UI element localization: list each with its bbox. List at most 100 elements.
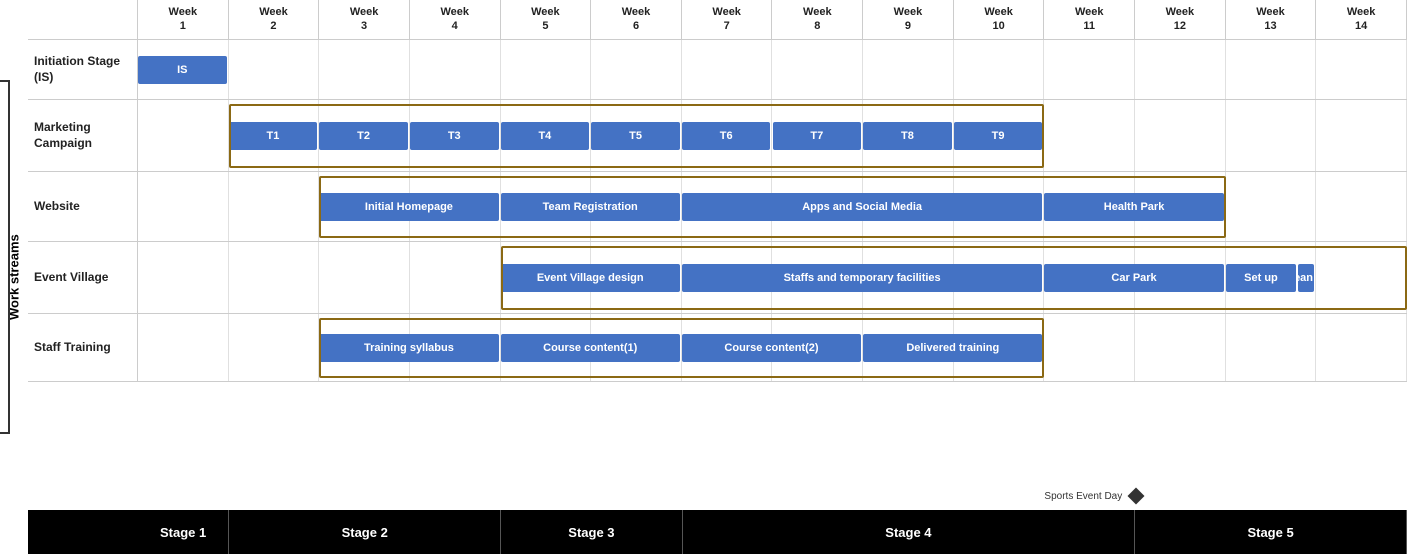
cell-initiation-w10 [954, 40, 1045, 99]
bar-staffs-facilities: Staffs and temporary facilities [682, 264, 1043, 292]
row-cells-marketing: T1T2T3T4T5T6T7T8T9 [138, 100, 1407, 171]
row-label-training: Staff Training [28, 314, 138, 381]
cell-initiation-w8 [772, 40, 863, 99]
cell-training-w2 [229, 314, 320, 381]
cell-website-w2 [229, 172, 320, 241]
stage-stage3: Stage 3 [501, 510, 683, 554]
cell-village-w2 [229, 242, 320, 313]
stage-footer: Stage 1Stage 2Stage 3Stage 4Stage 5 [28, 510, 1407, 554]
cell-initiation-w7 [682, 40, 773, 99]
bar-T2: T2 [319, 122, 408, 150]
week-header-8: Week8 [772, 0, 863, 39]
stage-label-col [28, 510, 138, 554]
bar-T9: T9 [954, 122, 1043, 150]
cell-training-w14 [1316, 314, 1407, 381]
sports-event-text: Sports Event Day [1044, 491, 1122, 502]
cell-training-w11 [1044, 314, 1135, 381]
cell-initiation-w14 [1316, 40, 1407, 99]
bar-T5: T5 [591, 122, 680, 150]
row-label-website: Website [28, 172, 138, 241]
cell-initiation-w12 [1135, 40, 1226, 99]
week-header-3: Week3 [319, 0, 410, 39]
week-header-6: Week6 [591, 0, 682, 39]
y-axis-label: Work streams [0, 0, 28, 554]
sports-cells: Sports Event Day [138, 488, 1407, 510]
cell-initiation-w11 [1044, 40, 1135, 99]
stages-row: Stage 1Stage 2Stage 3Stage 4Stage 5 [138, 510, 1407, 554]
gantt-main: Week1Week2Week3Week4Week5Week6Week7Week8… [28, 0, 1407, 554]
cell-training-w1 [138, 314, 229, 381]
cell-village-w1 [138, 242, 229, 313]
sports-label-col [28, 488, 138, 510]
bar-T1: T1 [229, 122, 318, 150]
row-label-marketing: Marketing Campaign [28, 100, 138, 171]
bar-T4: T4 [501, 122, 590, 150]
gantt-row-marketing: Marketing CampaignT1T2T3T4T5T6T7T8T9 [28, 100, 1407, 172]
gantt-row-website: WebsiteInitial HomepageTeam Registration… [28, 172, 1407, 242]
cell-initiation-w4 [410, 40, 501, 99]
cell-website-w14 [1316, 172, 1407, 241]
bar-T7: T7 [773, 122, 862, 150]
week-header-11: Week11 [1044, 0, 1135, 39]
gantt-rows: Initiation Stage (IS)ISMarketing Campaig… [28, 40, 1407, 488]
header-row: Week1Week2Week3Week4Week5Week6Week7Week8… [28, 0, 1407, 40]
week-header-7: Week7 [682, 0, 773, 39]
sports-event-label: Sports Event Day [1044, 490, 1142, 502]
bar-health-park: Health Park [1044, 193, 1223, 221]
bar-team-registration: Team Registration [501, 193, 680, 221]
bar-course-content-1: Course content(1) [501, 334, 680, 362]
row-label-initiation: Initiation Stage (IS) [28, 40, 138, 99]
bar-T6: T6 [682, 122, 771, 150]
cell-marketing-w12 [1135, 100, 1226, 171]
cell-marketing-w14 [1316, 100, 1407, 171]
week-header-9: Week9 [863, 0, 954, 39]
bar-apps-social-media: Apps and Social Media [682, 193, 1043, 221]
gantt-row-initiation: Initiation Stage (IS)IS [28, 40, 1407, 100]
week-headers: Week1Week2Week3Week4Week5Week6Week7Week8… [138, 0, 1407, 39]
row-cells-training: Training syllabusCourse content(1)Course… [138, 314, 1407, 381]
bar-initial-homepage: Initial Homepage [319, 193, 498, 221]
cell-marketing-w11 [1044, 100, 1135, 171]
stage-stage2: Stage 2 [229, 510, 501, 554]
week-header-2: Week2 [229, 0, 320, 39]
brace-icon [0, 80, 10, 434]
cell-initiation-w9 [863, 40, 954, 99]
bar-T3: T3 [410, 122, 499, 150]
week-header-4: Week4 [410, 0, 501, 39]
cell-marketing-w1 [138, 100, 229, 171]
bar-set-up: Set up [1226, 264, 1297, 292]
header-label-col [28, 0, 138, 39]
cell-marketing-w13 [1226, 100, 1317, 171]
bar-IS: IS [138, 56, 227, 84]
bar-training-syllabus: Training syllabus [319, 334, 498, 362]
cell-training-w13 [1226, 314, 1317, 381]
row-cells-website: Initial HomepageTeam RegistrationApps an… [138, 172, 1407, 241]
cell-village-w14 [1316, 242, 1407, 313]
cell-website-w1 [138, 172, 229, 241]
cell-initiation-w6 [591, 40, 682, 99]
stage-stage5: Stage 5 [1135, 510, 1407, 554]
gantt-row-training: Staff TrainingTraining syllabusCourse co… [28, 314, 1407, 382]
stage-stage1: Stage 1 [138, 510, 229, 554]
row-label-village: Event Village [28, 242, 138, 313]
bar-T8: T8 [863, 122, 952, 150]
cell-training-w12 [1135, 314, 1226, 381]
sports-event-diamond-icon [1128, 488, 1145, 505]
cell-initiation-w13 [1226, 40, 1317, 99]
week-header-14: Week14 [1316, 0, 1407, 39]
bar-car-park: Car Park [1044, 264, 1223, 292]
stage-stage4: Stage 4 [683, 510, 1135, 554]
cell-village-w3 [319, 242, 410, 313]
sports-event-row: Sports Event Day [28, 488, 1407, 510]
week-header-5: Week5 [501, 0, 592, 39]
week-header-1: Week1 [138, 0, 229, 39]
cell-initiation-w3 [319, 40, 410, 99]
bar-event-village-design: Event Village design [501, 264, 680, 292]
week-header-13: Week13 [1226, 0, 1317, 39]
cell-initiation-w5 [501, 40, 592, 99]
row-cells-village: Event Village designStaffs and temporary… [138, 242, 1407, 313]
cell-village-w4 [410, 242, 501, 313]
gantt-row-village: Event VillageEvent Village designStaffs … [28, 242, 1407, 314]
cell-initiation-w2 [229, 40, 320, 99]
bar-delivered-training: Delivered training [863, 334, 1042, 362]
